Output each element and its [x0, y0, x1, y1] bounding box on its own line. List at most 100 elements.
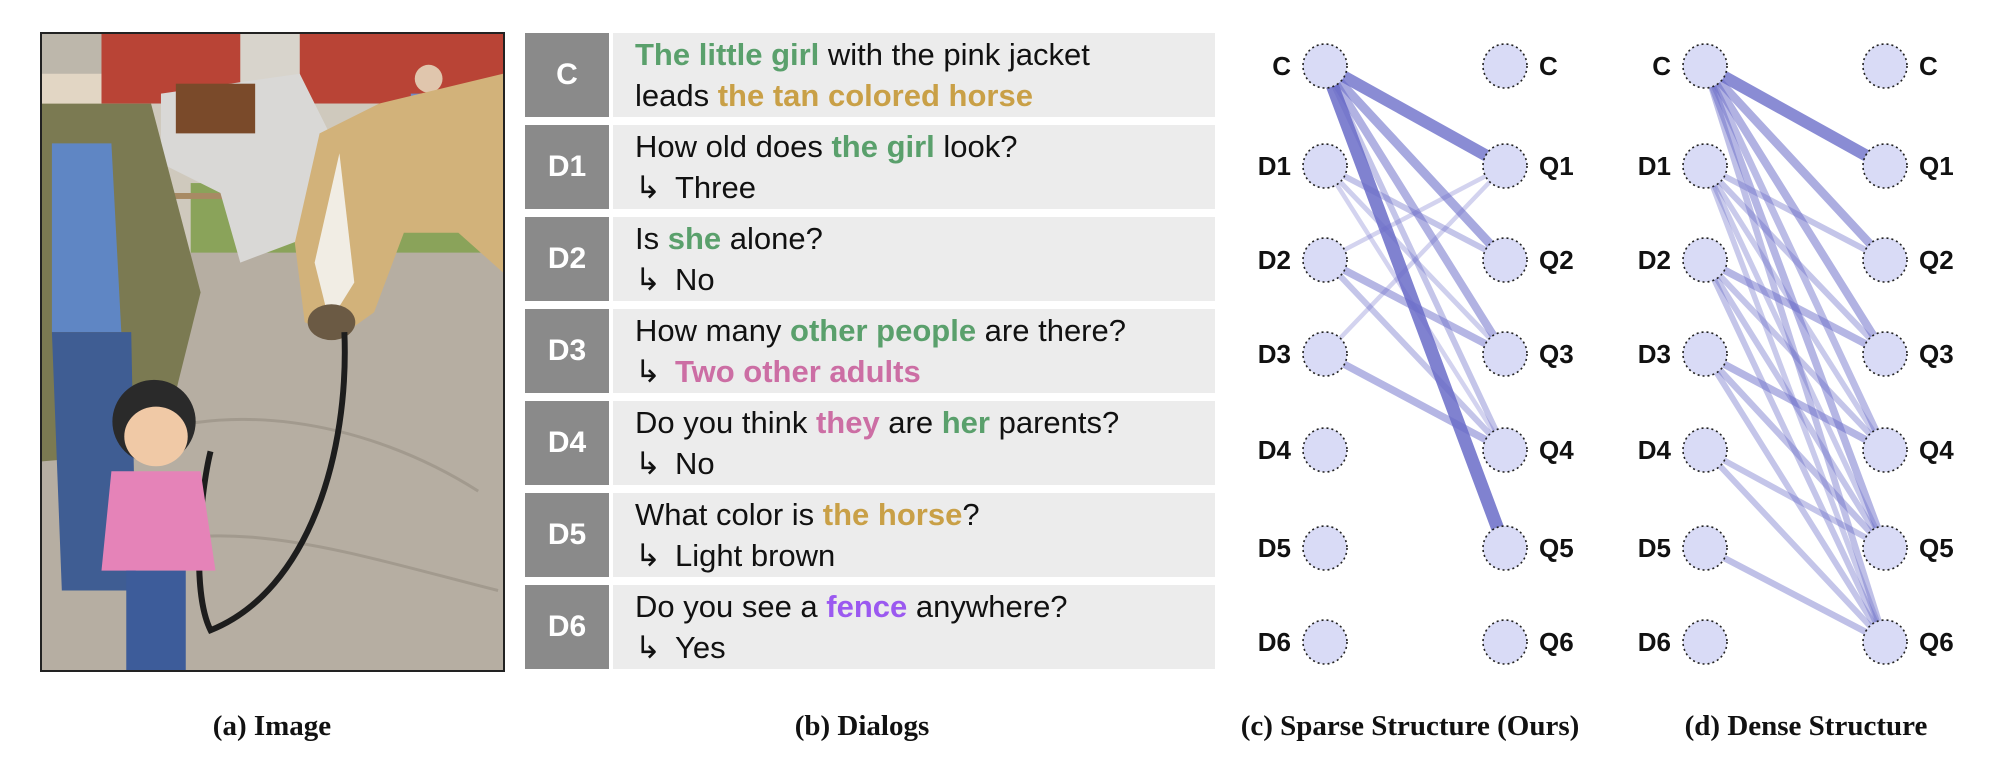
dialog-answer: ↳ Two other adults [635, 351, 1215, 392]
sparse-node-right-q6 [1482, 619, 1528, 665]
highlighted-phrase: the horse [822, 497, 963, 532]
dense-node-label: Q2 [1919, 245, 1954, 275]
dialog-answer: ↳ Yes [635, 627, 1215, 668]
dialog-text: How old does the girl look? ↳ Three [613, 125, 1215, 209]
sparse-node-label: Q6 [1539, 627, 1574, 657]
sparse-node-label: D5 [1258, 533, 1291, 563]
dialog-answer: leads the tan colored horse [635, 75, 1215, 116]
dialog-answer: ↳ No [635, 443, 1215, 484]
highlighted-phrase: Two other adults [675, 354, 921, 389]
dialog-text: Is she alone? ↳ No [613, 217, 1215, 301]
dialog-answer: ↳ Light brown [635, 535, 1215, 576]
sparse-node-right-c [1482, 43, 1528, 89]
photo-illustration [42, 34, 503, 670]
answer-arrow-icon: ↳ [635, 354, 661, 389]
sparse-node-right-q2 [1482, 237, 1528, 283]
highlighted-phrase: The little girl [635, 37, 820, 72]
sparse-edge-c-q2 [1320, 61, 1510, 265]
dense-node-label: Q3 [1919, 339, 1954, 369]
dialog-photo [40, 32, 505, 672]
dense-node-left-d5 [1682, 525, 1728, 571]
dialog-phrase: How old does [635, 129, 832, 164]
dense-graph-svg: C D1 D2 D3 D4 D5 D6 C Q1 Q2 Q3 Q4 Q5 Q6 [1638, 43, 1954, 665]
sparse-node-right-q4 [1482, 427, 1528, 473]
dialog-text: The little girl with the pink jacket lead… [613, 33, 1215, 117]
highlighted-phrase: other people [790, 313, 977, 348]
sparse-node-left-d4 [1302, 427, 1348, 473]
sparse-node-right-q3 [1482, 331, 1528, 377]
highlighted-phrase: fence [826, 589, 908, 624]
dialog-question: Do you see a fence anywhere? [635, 586, 1215, 627]
dialog-phrase: Is [635, 221, 668, 256]
dialog-phrase: ? [962, 497, 980, 532]
answer-arrow-icon: ↳ [635, 538, 661, 573]
dialog-row-d4: D4 Do you think they are her parents? ↳ No [525, 401, 1215, 485]
sparse-node-left-d3 [1302, 331, 1348, 377]
highlighted-phrase: her [941, 405, 990, 440]
dialog-tag: D4 [525, 401, 609, 485]
dense-edge-d3-q5 [1701, 350, 1889, 552]
caption-dialogs: (b) Dialogs [794, 710, 930, 742]
dense-node-right-q6 [1862, 619, 1908, 665]
dense-node-label: D3 [1638, 339, 1671, 369]
dense-node-label: D4 [1638, 435, 1672, 465]
dialog-text: Do you think they are her parents? ↳ No [613, 401, 1215, 485]
sparse-node-left-d1 [1302, 143, 1348, 189]
caption-image: (a) Image [212, 710, 332, 742]
dense-node-left-c [1682, 43, 1728, 89]
highlighted-phrase: the tan colored horse [717, 78, 1033, 113]
dialog-tag: D1 [525, 125, 609, 209]
sparse-node-label: Q4 [1539, 435, 1574, 465]
dialog-tag: D5 [525, 493, 609, 577]
dense-node-label: C [1652, 51, 1671, 81]
dialog-row-d5: D5 What color is the horse? ↳ Light brown [525, 493, 1215, 577]
highlighted-phrase: they [815, 405, 880, 440]
sparse-node-left-d2 [1302, 237, 1348, 283]
dense-node-label: C [1919, 51, 1938, 81]
sparse-node-label: Q5 [1539, 533, 1574, 563]
sparse-node-label: D2 [1258, 245, 1291, 275]
dialog-answer: ↳ No [635, 259, 1215, 300]
dialog-answer: ↳ Three [635, 167, 1215, 208]
dialog-row-d6: D6 Do you see a fence anywhere? ↳ Yes [525, 585, 1215, 669]
dialog-phrase: Yes [675, 630, 726, 665]
sparse-node-right-q1 [1482, 143, 1528, 189]
dialog-question: How many other people are there? [635, 310, 1215, 351]
sparse-node-label: D3 [1258, 339, 1291, 369]
sparse-node-label: Q1 [1539, 151, 1574, 181]
dense-node-right-q4 [1862, 427, 1908, 473]
dialog-tag: D3 [525, 309, 609, 393]
sparse-edge-d3-q4 [1321, 350, 1509, 454]
dialog-phrase: leads [635, 78, 718, 113]
dense-node-label: D6 [1638, 627, 1671, 657]
dense-node-right-q3 [1862, 331, 1908, 377]
dialog-question: The little girl with the pink jacket [635, 34, 1215, 75]
dialog-phrase: No [675, 262, 715, 297]
dialog-tag: D2 [525, 217, 609, 301]
sparse-node-left-d5 [1302, 525, 1348, 571]
dialog-question: Is she alone? [635, 218, 1215, 259]
dialog-phrase: anywhere? [907, 589, 1068, 624]
sparse-node-left-c [1302, 43, 1348, 89]
dialog-phrase: How many [635, 313, 791, 348]
answer-arrow-icon: ↳ [635, 170, 661, 205]
dialog-phrase: with the pink jacket [819, 37, 1090, 72]
dialog-phrase: Light brown [675, 538, 836, 573]
sparse-node-label: Q2 [1539, 245, 1574, 275]
dense-node-label: Q1 [1919, 151, 1954, 181]
dialog-text: Do you see a fence anywhere? ↳ Yes [613, 585, 1215, 669]
sparse-node-label: C [1272, 51, 1291, 81]
sparse-node-label: D1 [1258, 151, 1291, 181]
dense-node-right-q5 [1862, 525, 1908, 571]
dense-node-left-d3 [1682, 331, 1728, 377]
dialog-row-d3: D3 How many other people are there? ↳ Two o… [525, 309, 1215, 393]
dialog-question: What color is the horse? [635, 494, 1215, 535]
dialog-phrase: Do you see a [635, 589, 827, 624]
sparse-node-label: Q3 [1539, 339, 1574, 369]
sparse-node-label: C [1539, 51, 1558, 81]
dense-node-label: Q5 [1919, 533, 1954, 563]
dialog-phrase: look? [934, 129, 1018, 164]
dense-node-label: D1 [1638, 151, 1671, 181]
dense-node-right-q1 [1862, 143, 1908, 189]
dialog-phrase: Do you think [635, 405, 816, 440]
